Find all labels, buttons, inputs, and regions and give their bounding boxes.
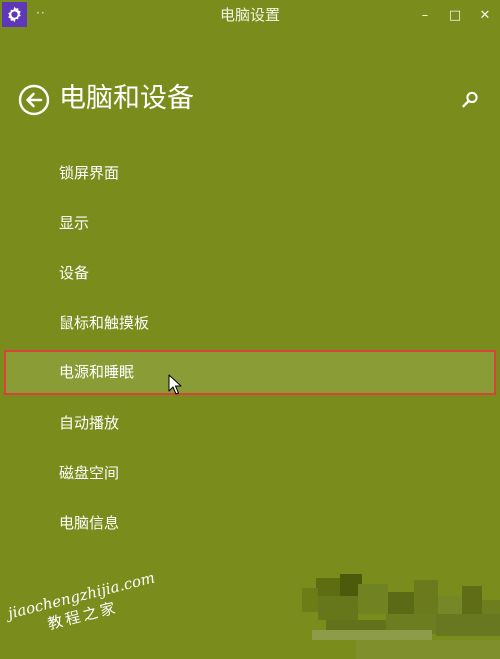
pixelated-overlay bbox=[296, 570, 500, 659]
page-title: 电脑和设备 bbox=[59, 83, 194, 114]
back-button[interactable] bbox=[18, 84, 50, 116]
search-button[interactable] bbox=[460, 90, 480, 110]
menu-item-lock-screen[interactable]: 锁屏界面 bbox=[4, 151, 496, 196]
search-icon bbox=[462, 91, 478, 108]
menu-item-autoplay[interactable]: 自动播放 bbox=[4, 401, 496, 446]
watermark: jiaochengzhijia.com 教程之家 bbox=[6, 569, 164, 654]
mouse-pointer-icon bbox=[168, 374, 182, 395]
menu-item-disk-space[interactable]: 磁盘空间 bbox=[4, 451, 496, 496]
menu-item-power-sleep[interactable]: 电源和睡眠 bbox=[4, 350, 496, 395]
back-arrow-icon bbox=[18, 84, 50, 116]
title-bar: ·· 电脑设置 – □ ✕ bbox=[0, 0, 500, 30]
menu-item-devices[interactable]: 设备 bbox=[4, 251, 496, 296]
menu-item-mouse-touchpad[interactable]: 鼠标和触摸板 bbox=[4, 301, 496, 346]
menu-item-pc-info[interactable]: 电脑信息 bbox=[4, 501, 496, 546]
menu-item-display[interactable]: 显示 bbox=[4, 201, 496, 246]
maximize-button[interactable]: □ bbox=[440, 0, 470, 30]
close-button[interactable]: ✕ bbox=[470, 0, 500, 30]
minimize-button[interactable]: – bbox=[410, 0, 440, 30]
